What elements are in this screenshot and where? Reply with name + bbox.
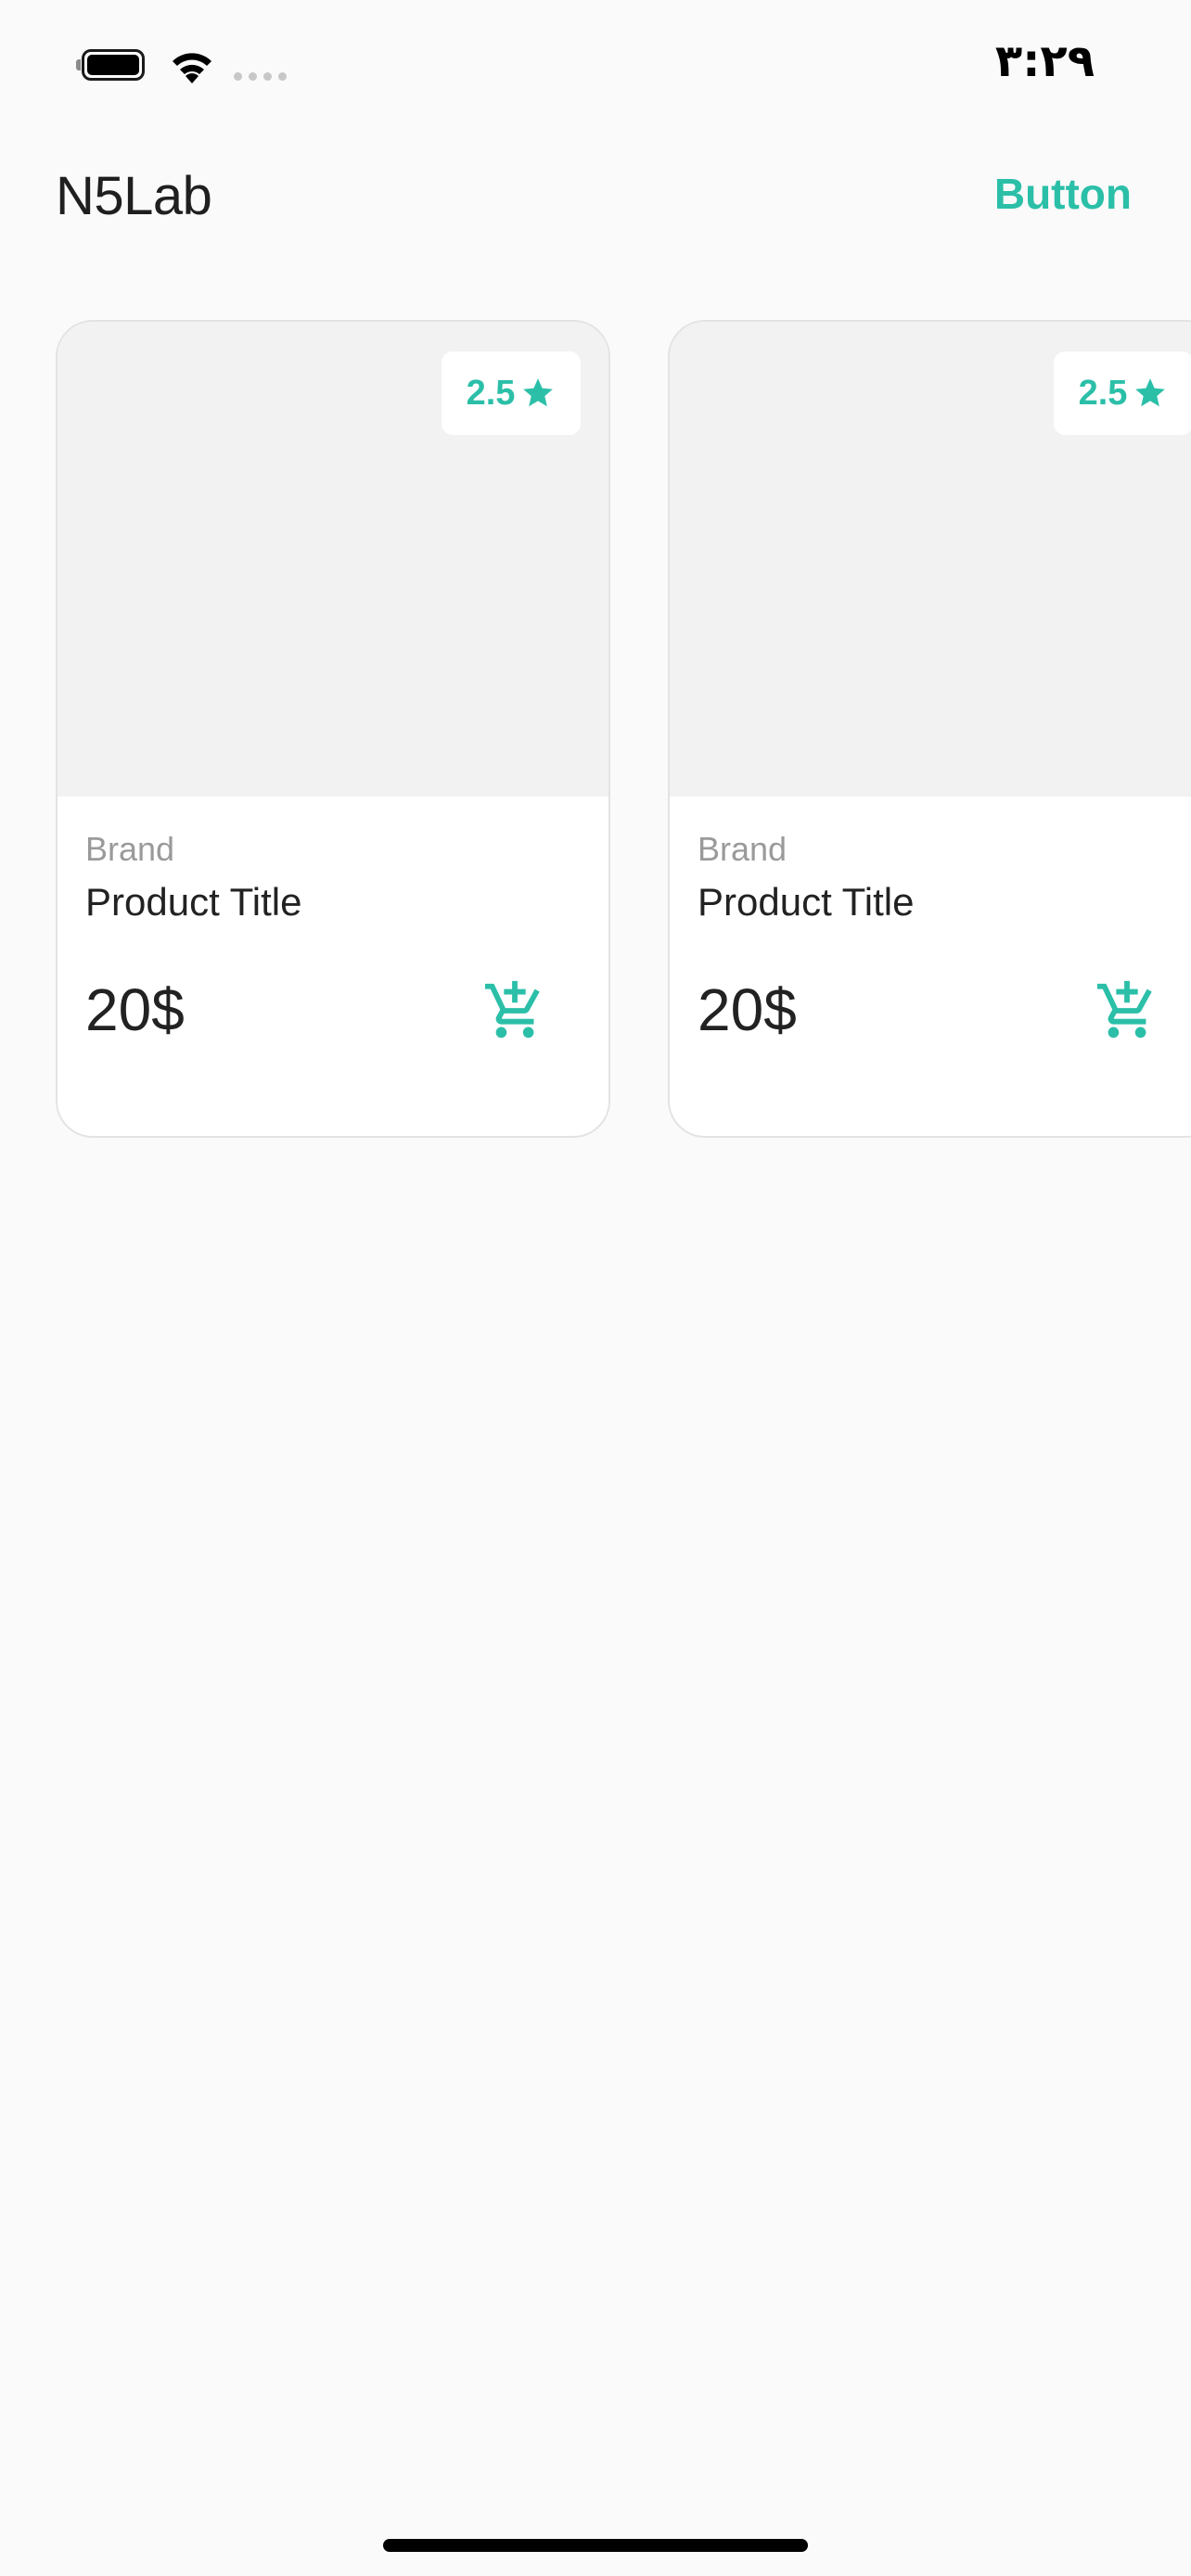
wifi-icon bbox=[173, 53, 211, 83]
star-icon bbox=[523, 378, 554, 407]
product-brand: Brand bbox=[85, 830, 175, 868]
rating-value: 2.5 bbox=[1078, 373, 1128, 413]
product-title: Product Title bbox=[698, 880, 915, 924]
product-image: 2.5 bbox=[670, 322, 1191, 797]
rating-badge: 2.5 bbox=[442, 351, 581, 435]
product-brand: Brand bbox=[698, 830, 788, 868]
battery-icon bbox=[76, 49, 150, 84]
product-card[interactable]: 2.5 Brand Product Title 20$ bbox=[668, 320, 1191, 1138]
add-to-cart-icon bbox=[484, 980, 540, 1039]
add-to-cart-icon bbox=[1096, 980, 1152, 1039]
product-image: 2.5 bbox=[58, 322, 608, 797]
rating-badge: 2.5 bbox=[1054, 351, 1191, 435]
status-time: ۳:۲۹ bbox=[994, 35, 1095, 87]
home-indicator[interactable] bbox=[383, 2539, 808, 2552]
add-to-cart-button[interactable] bbox=[482, 978, 547, 1043]
app-header: N5Lab Button bbox=[0, 148, 1191, 250]
rating-value: 2.5 bbox=[466, 373, 516, 413]
page-title: N5Lab bbox=[56, 166, 212, 226]
header-button[interactable]: Button bbox=[937, 161, 1132, 226]
product-title: Product Title bbox=[85, 880, 302, 924]
star-icon bbox=[1135, 378, 1166, 407]
status-bar: ۳:۲۹ bbox=[0, 0, 1191, 130]
product-card[interactable]: 2.5 Brand Product Title 20$ bbox=[56, 320, 610, 1138]
product-price: 20$ bbox=[698, 976, 797, 1043]
product-list[interactable]: 2.5 Brand Product Title 20$ 2.5 Brand Pr… bbox=[0, 320, 1191, 1141]
signal-dots-icon bbox=[234, 72, 291, 85]
add-to-cart-button[interactable] bbox=[1095, 978, 1159, 1043]
product-price: 20$ bbox=[85, 976, 185, 1043]
